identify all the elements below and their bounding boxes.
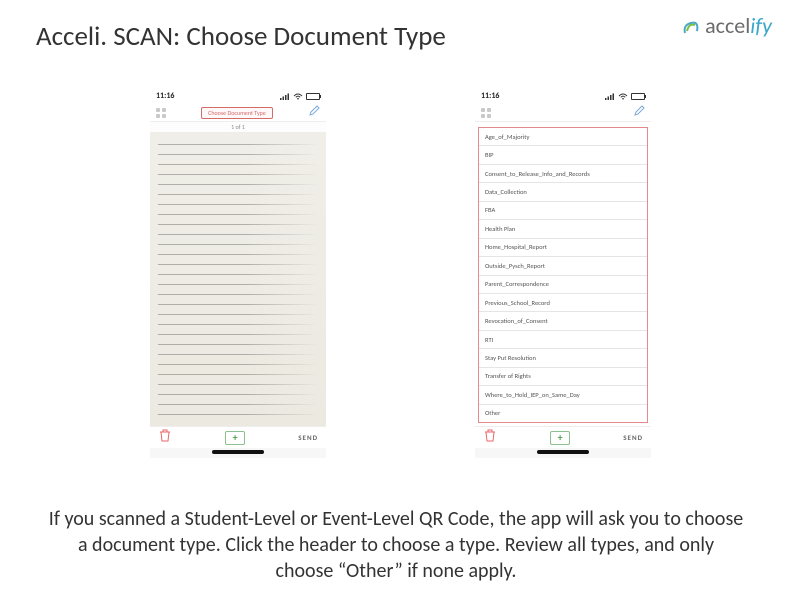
logo-part2: ify xyxy=(750,12,772,39)
choose-doc-type-header[interactable]: Choose Document Type xyxy=(201,107,273,119)
status-indicators xyxy=(605,93,645,100)
signal-icon xyxy=(605,93,615,100)
phone-screenshot-left: 11:16 Choose Document Type 1 of 1 + SEND xyxy=(150,88,326,458)
phone-screenshot-right: 11:16 Age_of_Majority BIP Consent_to_Rel… xyxy=(475,88,651,458)
scanned-document-preview[interactable] xyxy=(150,132,326,426)
list-item[interactable]: FBA xyxy=(479,202,647,220)
status-bar: 11:16 xyxy=(475,88,651,104)
list-item[interactable]: Other xyxy=(479,405,647,422)
list-item[interactable]: Parent_Correspondence xyxy=(479,276,647,294)
list-item[interactable]: RTI xyxy=(479,331,647,349)
list-item[interactable]: Previous_School_Record xyxy=(479,294,647,312)
signal-icon xyxy=(280,93,290,100)
caption-text: If you scanned a Student-Level or Event-… xyxy=(48,506,744,584)
list-item[interactable]: Consent_to_Release_Info_and_Records xyxy=(479,165,647,183)
trash-icon[interactable] xyxy=(158,428,172,447)
add-page-button[interactable]: + xyxy=(550,431,570,445)
list-item[interactable]: Data_Collection xyxy=(479,183,647,201)
send-button[interactable]: SEND xyxy=(623,433,643,442)
bottom-toolbar: + SEND xyxy=(475,426,651,448)
trash-icon[interactable] xyxy=(483,428,497,447)
list-item[interactable]: Outside_Pysch_Report xyxy=(479,257,647,275)
edit-icon[interactable] xyxy=(633,103,645,122)
status-time: 11:16 xyxy=(156,91,174,101)
wifi-icon xyxy=(293,93,303,100)
home-indicator xyxy=(212,450,264,454)
battery-icon xyxy=(306,93,320,100)
add-page-button[interactable]: + xyxy=(225,431,245,445)
home-indicator xyxy=(537,450,589,454)
list-item[interactable]: Health Plan xyxy=(479,220,647,238)
wifi-icon xyxy=(618,93,628,100)
brand-logo: accelify xyxy=(681,12,772,39)
send-button[interactable]: SEND xyxy=(298,433,318,442)
document-text-icon xyxy=(158,138,318,422)
app-toolbar: Choose Document Type xyxy=(150,104,326,122)
list-item[interactable]: BIP xyxy=(479,146,647,164)
grid-icon[interactable] xyxy=(156,108,166,118)
app-toolbar xyxy=(475,104,651,122)
list-item[interactable]: Transfer of Rights xyxy=(479,368,647,386)
status-bar: 11:16 xyxy=(150,88,326,104)
battery-icon xyxy=(631,93,645,100)
list-item[interactable]: Revocation_of_Consent xyxy=(479,312,647,330)
list-item[interactable]: Age_of_Majority xyxy=(479,128,647,146)
logo-part1: accel xyxy=(705,12,750,39)
page-indicator: 1 of 1 xyxy=(150,122,326,132)
list-item[interactable]: Where_to_Hold_IEP_on_Same_Day xyxy=(479,386,647,404)
status-time: 11:16 xyxy=(481,91,499,101)
list-item[interactable]: Stay Put Resolution xyxy=(479,349,647,367)
edit-icon[interactable] xyxy=(308,103,320,122)
document-type-list-box: Age_of_Majority BIP Consent_to_Release_I… xyxy=(478,127,648,423)
logo-text: accelify xyxy=(705,12,772,39)
logo-mark-icon xyxy=(681,16,701,36)
list-item[interactable]: Home_Hospital_Report xyxy=(479,239,647,257)
slide-title: Acceli. SCAN: Choose Document Type xyxy=(36,20,446,53)
status-indicators xyxy=(280,93,320,100)
grid-icon[interactable] xyxy=(481,108,491,118)
bottom-toolbar: + SEND xyxy=(150,426,326,448)
document-type-list: Age_of_Majority BIP Consent_to_Release_I… xyxy=(475,122,651,426)
